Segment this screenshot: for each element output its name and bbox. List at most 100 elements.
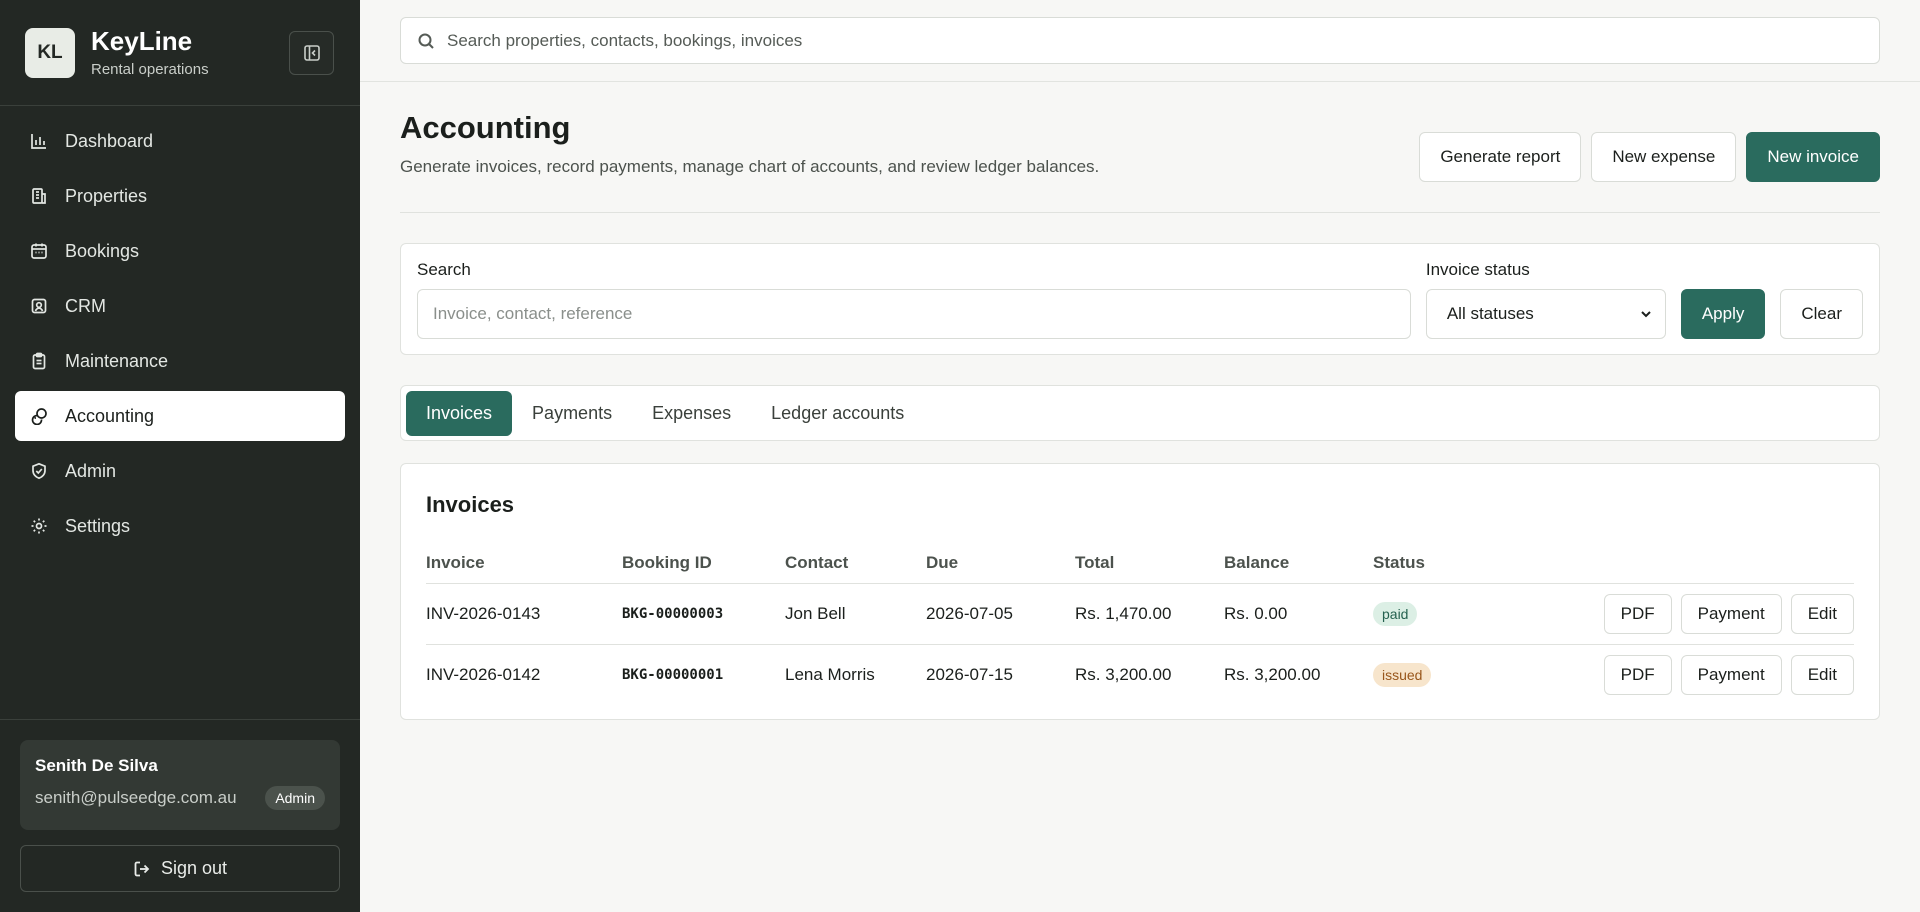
tab-invoices[interactable]: Invoices: [406, 390, 513, 436]
payment-button[interactable]: Payment: [1680, 593, 1782, 634]
status-select-value: All statuses: [1446, 304, 1534, 323]
sidebar-item-properties[interactable]: Properties: [15, 171, 345, 221]
invoices-title: Invoices: [426, 492, 515, 517]
page-actions: Generate report New expense New invoice: [1419, 132, 1880, 182]
invoices-panel: Invoices Invoice Booking ID Contact Due …: [400, 463, 1880, 720]
status-badge: issued: [1373, 662, 1432, 687]
invoices-table: Invoice Booking ID Contact Due Total Bal…: [426, 543, 1854, 705]
building-icon: [29, 186, 49, 206]
sidebar-item-label: Settings: [65, 515, 131, 536]
pdf-button[interactable]: PDF: [1603, 593, 1672, 634]
gear-icon: [29, 516, 49, 536]
sidebar-item-maintenance[interactable]: Maintenance: [15, 336, 345, 386]
chevron-down-icon: [1641, 311, 1651, 318]
status-cell: issued: [1373, 644, 1493, 705]
sidebar-collapse-icon: [303, 44, 320, 61]
invoice-number[interactable]: INV-2026-0143: [426, 583, 622, 645]
invoice-number[interactable]: INV-2026-0142: [426, 644, 622, 705]
status-filter-group: Invoice status All statuses: [1425, 260, 1666, 339]
contact-name: Jon Bell: [785, 583, 926, 645]
shield-icon: [29, 461, 49, 481]
user-name: Senith De Silva: [35, 756, 158, 775]
main-area: Accounting Generate invoices, record pay…: [360, 0, 1920, 912]
sidebar-item-admin[interactable]: Admin: [15, 446, 345, 496]
sidebar-item-settings[interactable]: Settings: [15, 501, 345, 551]
due-date: 2026-07-05: [926, 583, 1075, 645]
sidebar-item-crm[interactable]: CRM: [15, 281, 345, 331]
sidebar-nav: Dashboard Properties Bookings CRM Mainte…: [0, 106, 360, 719]
column-header: Balance: [1224, 543, 1373, 584]
invoice-balance: Rs. 3,200.00: [1224, 664, 1321, 684]
page-title: Accounting: [400, 110, 571, 145]
invoice-total: Rs. 3,200.00: [1075, 664, 1172, 684]
column-header: Contact: [785, 543, 926, 584]
role-badge: Admin: [265, 786, 325, 810]
table-header-row: Invoice Booking ID Contact Due Total Bal…: [426, 543, 1854, 584]
status-cell: paid: [1373, 583, 1493, 645]
user-row: senith@pulseedge.com.au Admin: [35, 786, 325, 810]
sidebar: KL KeyLine Rental operations Dashboard P…: [0, 0, 360, 912]
sidebar-footer: Senith De Silva senith@pulseedge.com.au …: [0, 719, 360, 912]
edit-button[interactable]: Edit: [1790, 593, 1854, 634]
status-select[interactable]: All statuses: [1425, 289, 1666, 339]
calendar-icon: [29, 241, 49, 261]
coins-icon: [29, 406, 49, 426]
sign-out-button[interactable]: Sign out: [20, 845, 340, 892]
edit-button[interactable]: Edit: [1790, 654, 1854, 695]
page-content: Accounting Generate invoices, record pay…: [360, 82, 1920, 720]
collapse-sidebar-button[interactable]: [289, 30, 334, 75]
brand-name: KeyLine: [91, 26, 193, 57]
sidebar-item-bookings[interactable]: Bookings: [15, 226, 345, 276]
user-card: Senith De Silva senith@pulseedge.com.au …: [20, 740, 340, 830]
payment-button[interactable]: Payment: [1680, 654, 1782, 695]
column-header: Status: [1373, 543, 1493, 584]
column-header: Total: [1075, 543, 1224, 584]
page-heading-group: Accounting Generate invoices, record pay…: [400, 110, 1099, 177]
table-row: INV-2026-0142 BKG-00000001 Lena Morris 2…: [426, 644, 1854, 705]
contact-icon: [29, 296, 49, 316]
apply-button[interactable]: Apply: [1680, 289, 1766, 339]
sidebar-item-accounting[interactable]: Accounting: [15, 391, 345, 441]
tab-bar: Invoices Payments Expenses Ledger accoun…: [400, 385, 1880, 441]
sign-out-label: Sign out: [160, 858, 228, 878]
clipboard-icon: [29, 351, 49, 371]
actions-cell: PDF Payment Edit: [1493, 583, 1854, 645]
user-email: senith@pulseedge.com.au: [35, 788, 237, 807]
new-expense-button[interactable]: New expense: [1591, 132, 1737, 182]
global-search[interactable]: [400, 17, 1880, 64]
column-header: Due: [926, 543, 1075, 584]
filter-search-group: Search Invoice, contact, reference: [417, 260, 1411, 339]
generate-report-button[interactable]: Generate report: [1419, 132, 1582, 182]
sidebar-item-dashboard[interactable]: Dashboard: [15, 116, 345, 166]
filter-panel: Search Invoice, contact, reference Invoi…: [400, 243, 1880, 355]
row-actions: PDF Payment Edit: [1493, 593, 1854, 634]
brand-logo: KL: [25, 27, 75, 78]
row-actions: PDF Payment Edit: [1493, 654, 1854, 695]
invoice-balance: Rs. 0.00: [1224, 583, 1373, 645]
global-search-input[interactable]: [447, 30, 1863, 51]
sidebar-item-label: Admin: [65, 460, 117, 481]
search-label: Search: [417, 260, 471, 279]
status-badge: paid: [1373, 601, 1418, 626]
pdf-button[interactable]: PDF: [1603, 654, 1672, 695]
sidebar-item-label: CRM: [65, 295, 106, 316]
logout-icon: [134, 861, 150, 876]
clear-button[interactable]: Clear: [1780, 289, 1863, 339]
tab-payments[interactable]: Payments: [512, 391, 632, 436]
sidebar-item-label: Maintenance: [65, 350, 169, 371]
sidebar-item-label: Accounting: [65, 405, 155, 426]
booking-id: BKG-00000001: [622, 666, 724, 683]
tab-ledger-accounts[interactable]: Ledger accounts: [751, 391, 924, 436]
due-date: 2026-07-15: [926, 664, 1013, 684]
sidebar-item-label: Properties: [65, 185, 148, 206]
page-header: Accounting Generate invoices, record pay…: [400, 110, 1880, 213]
invoice-total: Rs. 1,470.00: [1075, 583, 1224, 645]
table-row: INV-2026-0143 BKG-00000003 Jon Bell 2026…: [426, 583, 1854, 645]
sidebar-item-label: Dashboard: [65, 130, 154, 151]
invoice-search-input[interactable]: Invoice, contact, reference: [417, 289, 1411, 339]
tab-expenses[interactable]: Expenses: [632, 391, 751, 436]
brand-subtitle: Rental operations: [91, 60, 209, 78]
sidebar-item-label: Bookings: [65, 240, 140, 261]
new-invoice-button[interactable]: New invoice: [1746, 132, 1880, 182]
status-label: Invoice status: [1425, 260, 1530, 279]
